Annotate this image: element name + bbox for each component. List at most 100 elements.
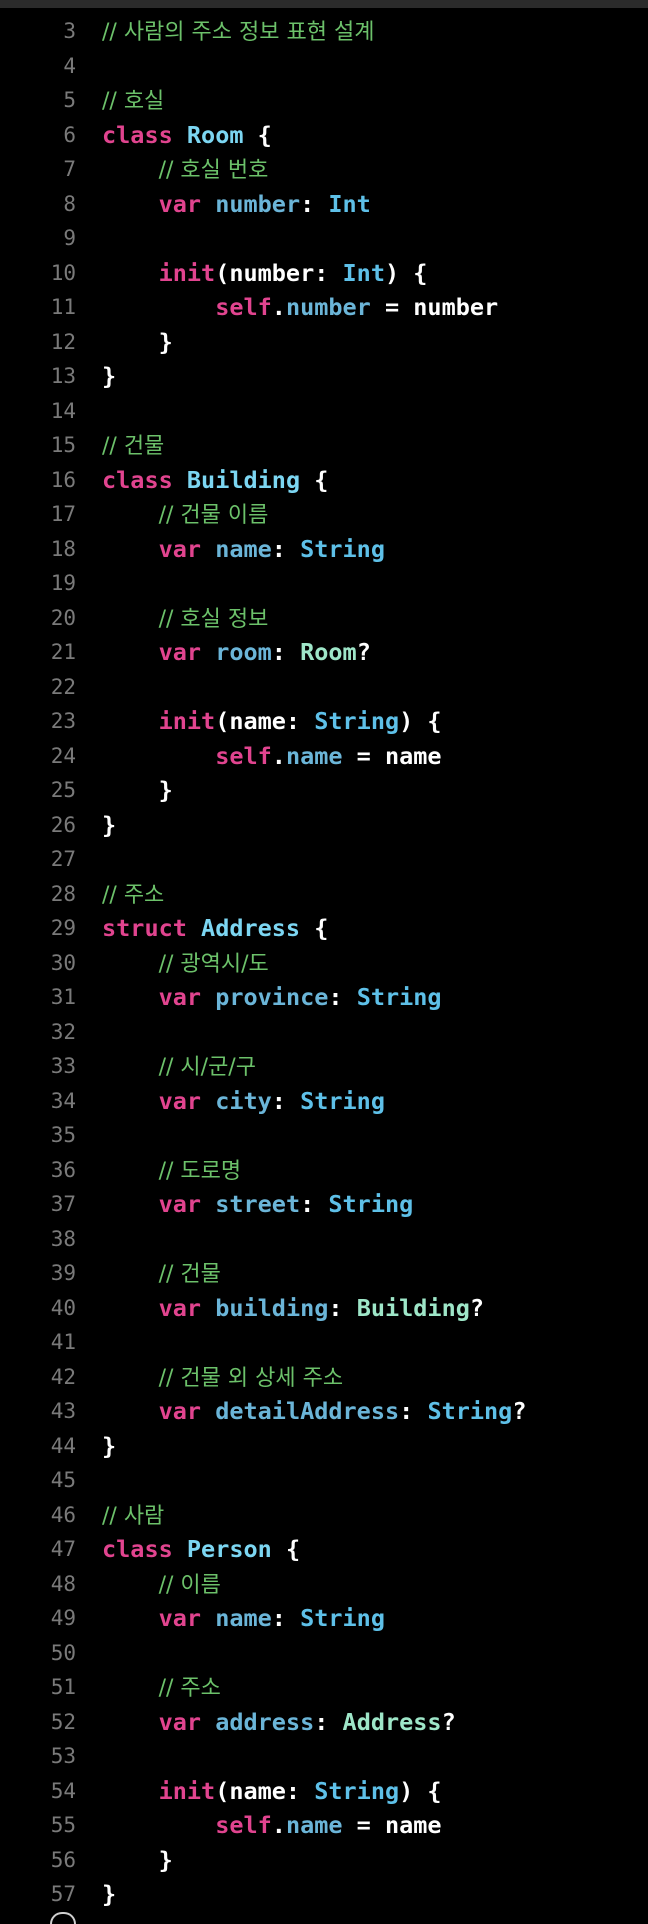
code-text[interactable]: // 건물 <box>102 428 164 465</box>
code-text[interactable]: // 호실 번호 <box>102 152 269 189</box>
fold-marker-icon[interactable] <box>50 1912 76 1924</box>
code-text[interactable]: class Building { <box>102 463 328 498</box>
code-line[interactable]: 36 // 도로명 <box>0 1153 648 1188</box>
code-line[interactable]: 47 class Person { <box>0 1532 648 1567</box>
code-line[interactable]: 50 <box>0 1636 648 1671</box>
code-line[interactable]: 40 var building: Building? <box>0 1291 648 1326</box>
code-text[interactable]: var address: Address? <box>102 1705 456 1740</box>
code-line[interactable]: 39 // 건물 <box>0 1256 648 1291</box>
code-line[interactable]: 20 // 호실 정보 <box>0 601 648 636</box>
code-line[interactable]: 27 <box>0 842 648 877</box>
code-line[interactable]: 12 } <box>0 325 648 360</box>
code-line[interactable]: 55 self.name = name <box>0 1808 648 1843</box>
code-text[interactable]: // 호실 정보 <box>102 601 269 638</box>
code-line[interactable]: 22 <box>0 670 648 705</box>
code-text[interactable]: class Person { <box>102 1532 300 1567</box>
code-line[interactable]: 11 self.number = number <box>0 290 648 325</box>
code-line[interactable]: 28 // 주소 <box>0 877 648 912</box>
code-line[interactable]: 8 var number: Int <box>0 187 648 222</box>
code-line[interactable]: 43 var detailAddress: String? <box>0 1394 648 1429</box>
code-line[interactable]: 14 <box>0 394 648 429</box>
code-line[interactable]: 35 <box>0 1118 648 1153</box>
code-editor[interactable]: 3// 사람의 주소 정보 표현 설계 4 5// 호실 6 class Room {7… <box>0 0 648 1924</box>
code-line[interactable]: 52 var address: Address? <box>0 1705 648 1740</box>
code-line[interactable]: 18 var name: String <box>0 532 648 567</box>
code-text[interactable]: // 사람의 주소 정보 표현 설계 <box>102 14 374 51</box>
code-text[interactable]: } <box>102 325 173 360</box>
code-line[interactable]: 9 <box>0 221 648 256</box>
code-line[interactable]: 31 var province: String <box>0 980 648 1015</box>
code-line[interactable]: 41 <box>0 1325 648 1360</box>
code-text[interactable]: init(name: String) { <box>102 704 442 739</box>
code-text[interactable]: var number: Int <box>102 187 371 222</box>
code-line[interactable]: 34 var city: String <box>0 1084 648 1119</box>
code-text[interactable]: var province: String <box>102 980 442 1015</box>
code-text[interactable]: self.number = number <box>102 290 498 325</box>
code-text[interactable]: var building: Building? <box>102 1291 484 1326</box>
code-line[interactable]: 53 <box>0 1739 648 1774</box>
code-line[interactable]: 21 var room: Room? <box>0 635 648 670</box>
code-line[interactable]: 51 // 주소 <box>0 1670 648 1705</box>
code-text[interactable]: struct Address { <box>102 911 328 946</box>
code-text[interactable]: var name: String <box>102 1601 385 1636</box>
code-text[interactable]: // 호실 <box>102 83 164 120</box>
code-line[interactable]: 3 // 사람의 주소 정보 표현 설계 <box>0 14 648 49</box>
code-line[interactable]: 57} <box>0 1877 648 1912</box>
code-text[interactable]: // 사람 <box>102 1498 164 1535</box>
code-line[interactable]: 54 init(name: String) { <box>0 1774 648 1809</box>
code-text[interactable]: // 건물 외 상세 주소 <box>102 1360 343 1397</box>
code-text[interactable]: // 주소 <box>102 877 164 914</box>
code-text[interactable]: // 시/군/구 <box>102 1049 256 1086</box>
code-line[interactable]: 42 // 건물 외 상세 주소 <box>0 1360 648 1395</box>
code-line[interactable]: 4 <box>0 49 648 84</box>
code-text[interactable]: class Room { <box>102 118 272 153</box>
code-line[interactable]: 26} <box>0 808 648 843</box>
code-text[interactable]: } <box>102 808 116 843</box>
code-text[interactable]: init(name: String) { <box>102 1774 442 1809</box>
code-text[interactable]: } <box>102 1877 116 1912</box>
code-line[interactable]: 19 <box>0 566 648 601</box>
code-text[interactable]: } <box>102 773 173 808</box>
code-text[interactable]: // 건물 이름 <box>102 497 269 534</box>
code-line[interactable]: 37 var street: String <box>0 1187 648 1222</box>
code-line[interactable]: 56 } <box>0 1843 648 1878</box>
code-line[interactable]: 45 <box>0 1463 648 1498</box>
code-text[interactable]: // 이름 <box>102 1567 221 1604</box>
code-text[interactable]: // 도로명 <box>102 1153 242 1190</box>
code-text[interactable]: var room: Room? <box>102 635 371 670</box>
code-text[interactable]: } <box>102 1429 116 1464</box>
code-line[interactable]: 46 // 사람 <box>0 1498 648 1533</box>
code-line[interactable]: 13} <box>0 359 648 394</box>
code-text[interactable]: var street: String <box>102 1187 414 1222</box>
code-text[interactable]: } <box>102 359 116 394</box>
code-line[interactable]: 7 // 호실 번호 <box>0 152 648 187</box>
code-line[interactable]: 6 class Room { <box>0 118 648 153</box>
code-line[interactable]: 5 // 호실 <box>0 83 648 118</box>
code-line[interactable]: 24 self.name = name <box>0 739 648 774</box>
code-line[interactable]: 16 class Building { <box>0 463 648 498</box>
code-line[interactable]: 25 } <box>0 773 648 808</box>
code-line[interactable]: 44} <box>0 1429 648 1464</box>
code-line[interactable]: 38 <box>0 1222 648 1257</box>
code-line[interactable]: 32 <box>0 1015 648 1050</box>
code-text[interactable]: self.name = name <box>102 739 441 774</box>
code-text[interactable]: // 건물 <box>102 1256 221 1293</box>
code-line[interactable]: 48 // 이름 <box>0 1567 648 1602</box>
code-lines[interactable]: 3// 사람의 주소 정보 표현 설계 4 5// 호실 6 class Room {7… <box>0 14 648 1912</box>
code-line[interactable]: 23 init(name: String) { <box>0 704 648 739</box>
code-line[interactable]: 29 struct Address { <box>0 911 648 946</box>
code-line[interactable]: 15 // 건물 <box>0 428 648 463</box>
code-line[interactable]: 17 // 건물 이름 <box>0 497 648 532</box>
code-text[interactable]: var city: String <box>102 1084 385 1119</box>
code-text[interactable]: // 주소 <box>102 1670 221 1707</box>
code-line[interactable]: 10 init(number: Int) { <box>0 256 648 291</box>
code-text[interactable]: // 광역시/도 <box>102 946 269 983</box>
code-line[interactable]: 30 // 광역시/도 <box>0 946 648 981</box>
code-text[interactable]: } <box>102 1843 173 1878</box>
code-text[interactable]: self.name = name <box>102 1808 441 1843</box>
code-text[interactable]: var detailAddress: String? <box>102 1394 527 1429</box>
code-text[interactable]: init(number: Int) { <box>102 256 428 291</box>
code-text[interactable]: var name: String <box>102 532 385 567</box>
code-line[interactable]: 33 // 시/군/구 <box>0 1049 648 1084</box>
code-line[interactable]: 49 var name: String <box>0 1601 648 1636</box>
